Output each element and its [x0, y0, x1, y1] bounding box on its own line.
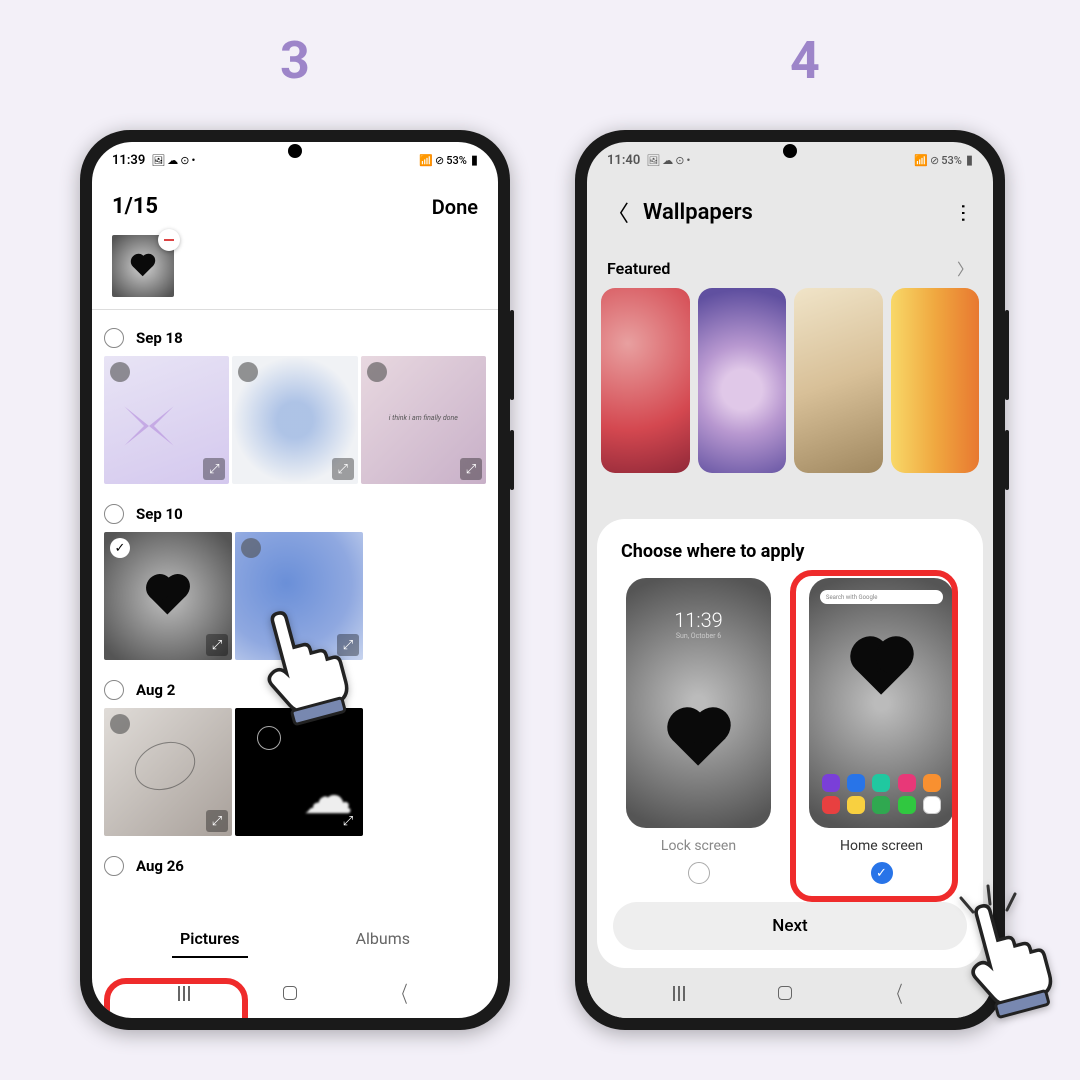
- wallpaper-thumb[interactable]: [891, 288, 980, 473]
- gallery-thumb[interactable]: ⤢: [235, 708, 363, 836]
- power-button: [1005, 430, 1009, 490]
- expand-icon: ⤢: [460, 458, 482, 480]
- more-options-icon[interactable]: ⋯: [952, 203, 976, 221]
- volume-button: [510, 310, 514, 400]
- step-number-4: 4: [790, 30, 820, 91]
- featured-wallpapers-row[interactable]: [587, 288, 993, 473]
- expand-icon: ⤢: [337, 634, 359, 656]
- screen-left: 11:39🖼☁⊙• 📶⊘53%▮ 1/15 Done Sep 18 ⤢ ⤢ ⤢: [92, 142, 498, 1018]
- expand-icon: ⤢: [337, 810, 359, 832]
- gallery-thumb[interactable]: ⤢: [232, 356, 357, 484]
- radio-home-screen-selected[interactable]: ✓: [871, 862, 893, 884]
- date-checkbox[interactable]: [104, 328, 124, 348]
- tab-pictures[interactable]: Pictures: [172, 921, 248, 958]
- expand-icon: ⤢: [332, 458, 354, 480]
- nav-recents-icon[interactable]: [673, 986, 685, 1001]
- nav-home-icon[interactable]: [283, 986, 297, 1000]
- selected-check-icon: ✓: [110, 538, 130, 558]
- lock-screen-preview: 11:39 Sun, October 6: [626, 578, 771, 828]
- expand-icon: ⤢: [206, 810, 228, 832]
- picker-header: 1/15 Done: [92, 178, 498, 235]
- remove-selection-icon[interactable]: [158, 229, 180, 251]
- step-number-3: 3: [280, 30, 310, 91]
- done-button[interactable]: Done: [432, 195, 478, 219]
- next-button[interactable]: Next: [613, 902, 967, 950]
- gallery-thumb-selected[interactable]: ✓⤢: [104, 532, 232, 660]
- expand-icon: ⤢: [203, 458, 225, 480]
- featured-section-header[interactable]: Featured 〉: [587, 246, 993, 288]
- date-group-aug2[interactable]: Aug 2: [98, 672, 492, 708]
- gallery-thumb[interactable]: ⤢: [361, 356, 486, 484]
- date-group-aug26[interactable]: Aug 26: [98, 848, 492, 884]
- screen-right: 11:40🖼☁⊙• 📶⊘53%▮ 〈 Wallpapers ⋯ Featured…: [587, 142, 993, 1018]
- nav-bar: 〈: [92, 968, 498, 1018]
- sheet-title: Choose where to apply: [613, 541, 967, 562]
- phone-frame-left: 11:39🖼☁⊙• 📶⊘53%▮ 1/15 Done Sep 18 ⤢ ⤢ ⤢: [80, 130, 510, 1030]
- back-icon[interactable]: 〈: [607, 196, 629, 228]
- gallery-thumb[interactable]: ⤢: [104, 708, 232, 836]
- date-checkbox[interactable]: [104, 680, 124, 700]
- date-checkbox[interactable]: [104, 856, 124, 876]
- tab-albums[interactable]: Albums: [348, 921, 418, 958]
- app-icons-grid: [820, 774, 943, 814]
- selected-preview-thumb[interactable]: [112, 235, 174, 297]
- camera-notch: [288, 144, 302, 158]
- gallery-thumb[interactable]: ⤢: [235, 532, 363, 660]
- wallpapers-header: 〈 Wallpapers ⋯: [587, 178, 993, 246]
- gallery-tabs: Pictures Albums: [92, 921, 498, 958]
- nav-back-icon[interactable]: 〈: [889, 977, 902, 1009]
- phone-frame-right: 11:40🖼☁⊙• 📶⊘53%▮ 〈 Wallpapers ⋯ Featured…: [575, 130, 1005, 1030]
- option-home-screen[interactable]: Search with Google Home screen ✓: [796, 578, 967, 884]
- wallpaper-thumb[interactable]: [698, 288, 787, 473]
- nav-bar: 〈: [587, 968, 993, 1018]
- selection-counter: 1/15: [112, 194, 158, 219]
- radio-lock-screen[interactable]: [688, 862, 710, 884]
- option-lock-screen[interactable]: 11:39 Sun, October 6 Lock screen: [613, 578, 784, 884]
- expand-icon: ⤢: [206, 634, 228, 656]
- camera-notch: [783, 144, 797, 158]
- apply-sheet: Choose where to apply 11:39 Sun, October…: [597, 519, 983, 968]
- nav-recents-icon[interactable]: [178, 986, 190, 1001]
- page-title: Wallpapers: [643, 200, 941, 225]
- chevron-right-icon: 〉: [957, 256, 973, 280]
- gallery-thumb[interactable]: ⤢: [104, 356, 229, 484]
- home-screen-preview: Search with Google: [809, 578, 954, 828]
- wallpaper-thumb[interactable]: [794, 288, 883, 473]
- volume-button: [1005, 310, 1009, 400]
- power-button: [510, 430, 514, 490]
- date-group-sep18[interactable]: Sep 18: [98, 320, 492, 356]
- date-checkbox[interactable]: [104, 504, 124, 524]
- date-group-sep10[interactable]: Sep 10: [98, 496, 492, 532]
- nav-home-icon[interactable]: [778, 986, 792, 1000]
- wallpaper-thumb[interactable]: [601, 288, 690, 473]
- divider: [92, 309, 498, 310]
- search-bar-preview: Search with Google: [820, 590, 943, 604]
- nav-back-icon[interactable]: 〈: [394, 977, 407, 1009]
